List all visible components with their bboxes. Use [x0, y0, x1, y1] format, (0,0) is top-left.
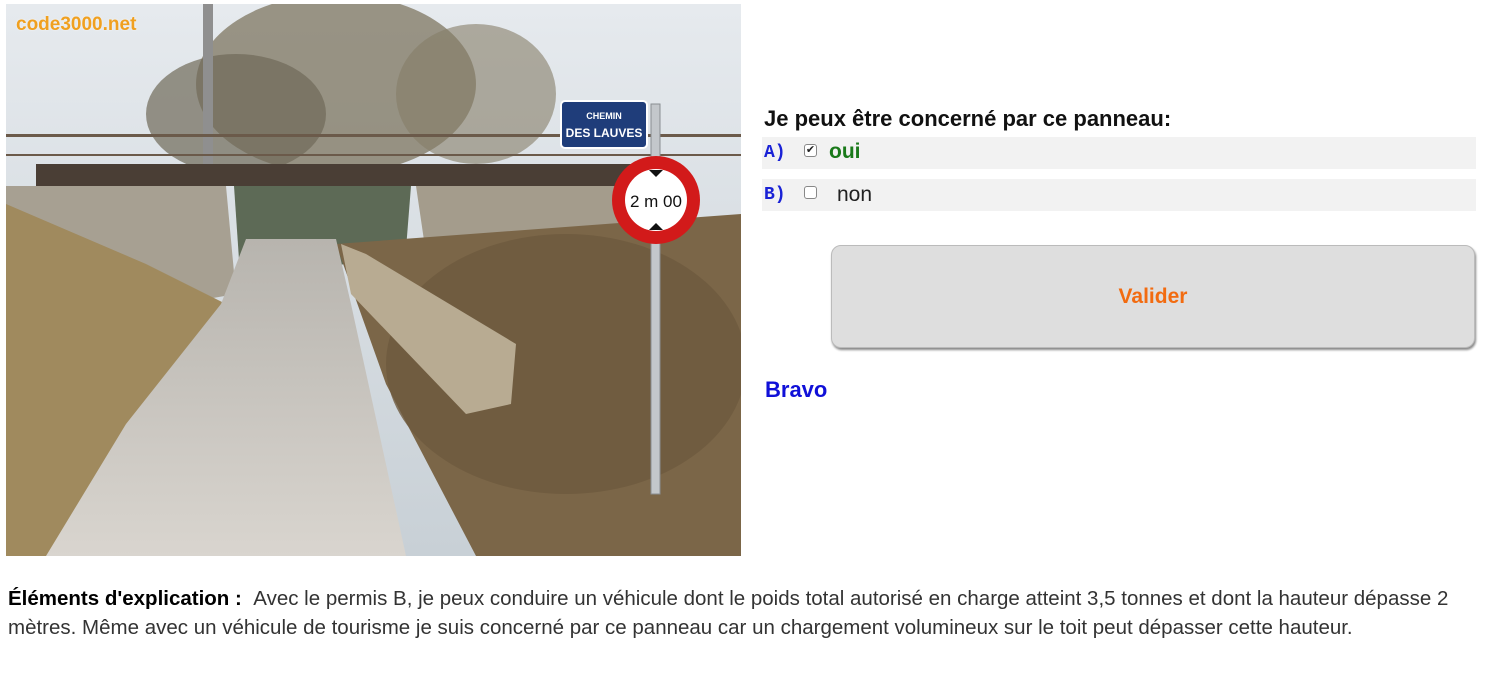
answer-letter-a: A) [764, 143, 786, 163]
result-message: Bravo [765, 377, 828, 402]
answer-label-b: non [837, 183, 873, 206]
question-prompt: Je peux être concerné par ce panneau: [764, 106, 1172, 131]
street-sign-line1: CHEMIN [586, 111, 622, 121]
watermark-logo: code3000.net [16, 14, 137, 35]
explanation-block: Éléments d'explication : Avec le permis … [8, 584, 1478, 642]
answer-row-a[interactable]: A) ✔ oui [762, 137, 1476, 169]
height-limit-text: 2 m 00 [630, 192, 682, 211]
answer-row-b[interactable]: B) non [762, 179, 1476, 211]
question-photo: CHEMIN DES LAUVES 2 m 00 code3000.net [6, 4, 741, 556]
street-sign-line2: DES LAUVES [566, 126, 643, 140]
answer-label-a: oui [829, 140, 861, 163]
road-scene-illustration: CHEMIN DES LAUVES 2 m 00 [6, 4, 741, 556]
answer-checkbox-a[interactable]: ✔ [804, 143, 817, 157]
validate-button[interactable]: Valider [831, 245, 1475, 348]
answer-letter-b: B) [764, 185, 786, 205]
answer-checkbox-b[interactable] [804, 185, 817, 199]
check-icon: ✔ [805, 143, 816, 156]
explanation-label: Éléments d'explication : [8, 587, 242, 610]
